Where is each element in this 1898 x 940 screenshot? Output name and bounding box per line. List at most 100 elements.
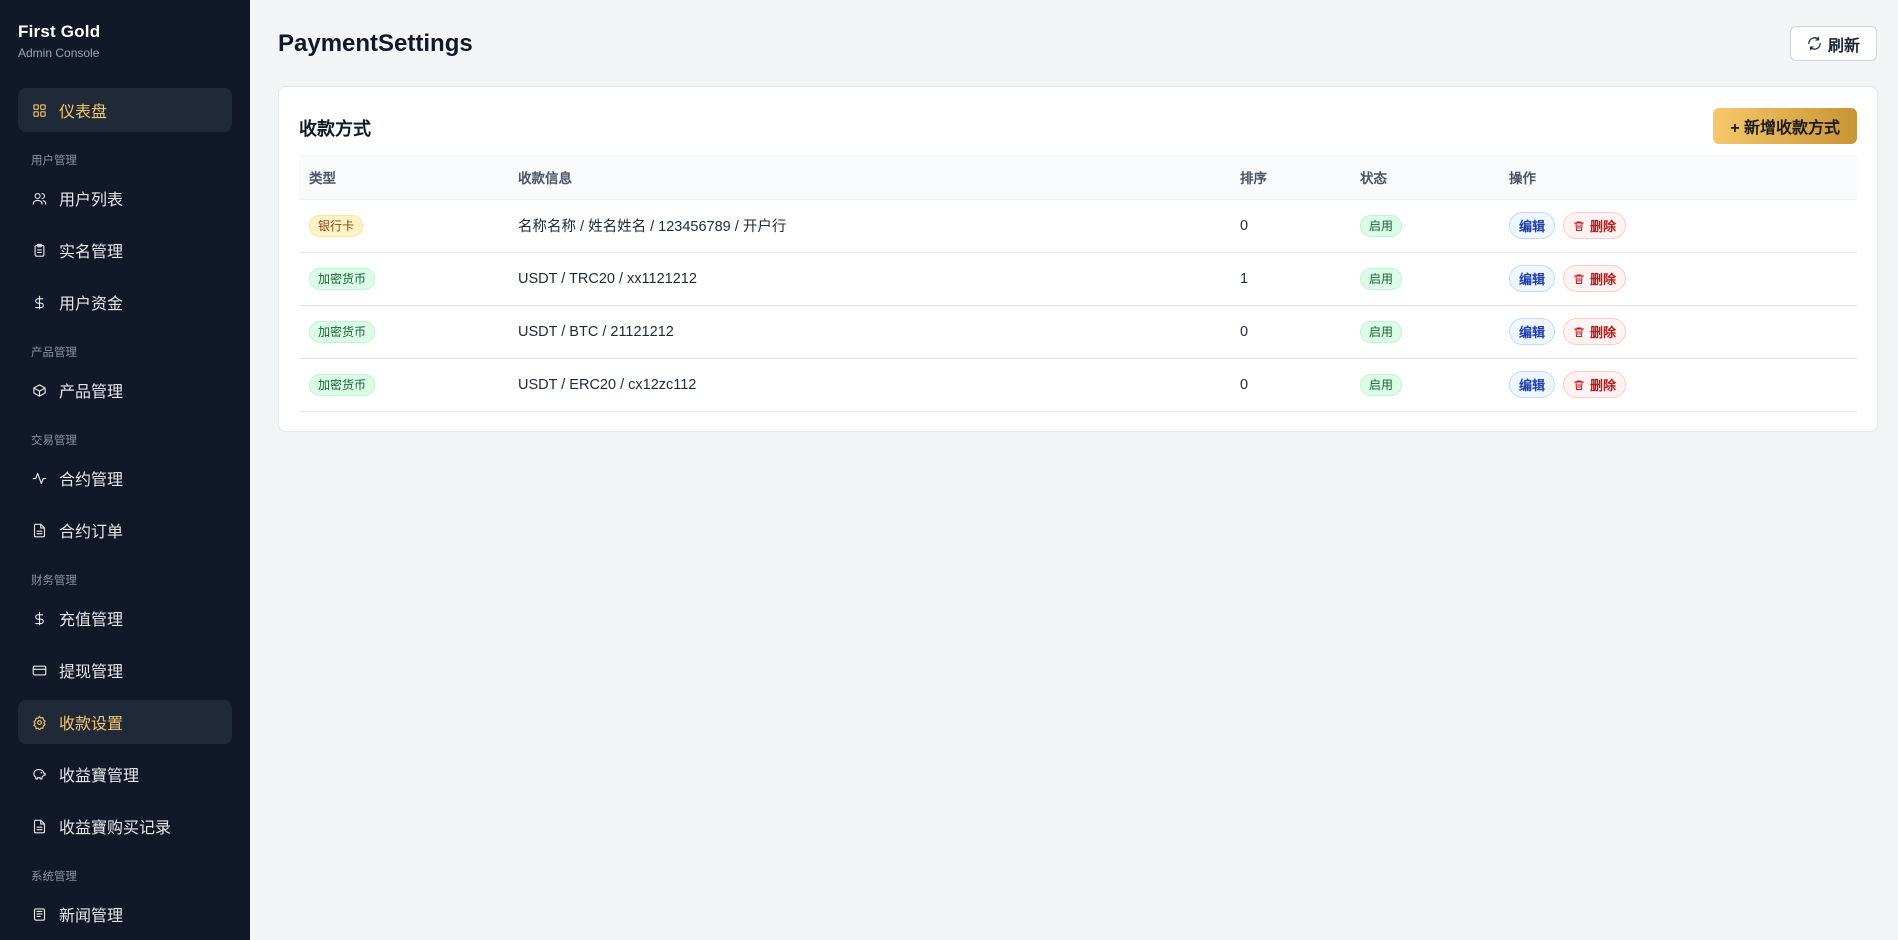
card-title: 收款方式 bbox=[299, 119, 371, 139]
delete-label: 删除 bbox=[1590, 219, 1617, 234]
sidebar-item[interactable]: 合约订单 bbox=[18, 508, 232, 552]
column-header-sort: 排序 bbox=[1230, 155, 1350, 200]
brand: First Gold Admin Console bbox=[0, 0, 250, 88]
cell-status: 启用 bbox=[1350, 199, 1499, 253]
type-badge: 加密货币 bbox=[309, 373, 376, 396]
clipboard-icon bbox=[31, 242, 47, 258]
brand-title: First Gold bbox=[18, 22, 101, 41]
refresh-icon bbox=[1808, 36, 1821, 51]
table-header-row: 类型 收款信息 排序 状态 操作 bbox=[299, 155, 1857, 200]
cell-type: 加密货币 bbox=[299, 305, 508, 359]
trash-icon bbox=[1574, 221, 1585, 231]
sidebar-item[interactable]: 产品管理 bbox=[18, 368, 232, 412]
sidebar-item[interactable]: 用户列表 bbox=[18, 176, 232, 220]
delete-button[interactable]: 删除 bbox=[1563, 371, 1627, 398]
sidebar-item-label: 收益寶购买记录 bbox=[59, 820, 172, 837]
sidebar-item-label: 产品管理 bbox=[59, 384, 124, 401]
cell-type: 加密货币 bbox=[299, 252, 508, 306]
column-header-actions: 操作 bbox=[1499, 155, 1857, 200]
trash-icon bbox=[1574, 327, 1585, 337]
card-icon bbox=[31, 662, 47, 678]
table-row: 银行卡 名称名称 / 姓名姓名 / 123456789 / 开户行 0 启用 编辑 删除 bbox=[299, 199, 1857, 253]
edit-button[interactable]: 编辑 bbox=[1509, 212, 1556, 239]
cell-type: 加密货币 bbox=[299, 358, 508, 412]
sidebar-item[interactable]: 实名管理 bbox=[18, 228, 232, 272]
column-header-info: 收款信息 bbox=[508, 155, 1230, 200]
page-title: PaymentSettings bbox=[278, 30, 473, 57]
cell-sort: 0 bbox=[1230, 199, 1350, 253]
sidebar-item[interactable]: 合约管理 bbox=[18, 456, 232, 500]
sidebar-item-label: 合约管理 bbox=[59, 472, 124, 489]
delete-label: 删除 bbox=[1590, 378, 1617, 393]
payment-methods-table: 类型 收款信息 排序 状态 操作 银行卡 名称名称 / 姓名姓名 / 123456… bbox=[299, 155, 1857, 412]
sidebar-item-label: 合约订单 bbox=[59, 524, 124, 541]
sidebar-item[interactable]: 新闻管理 bbox=[18, 892, 232, 936]
sidebar-item-label: 收款设置 bbox=[59, 716, 124, 733]
sidebar-item-label: 仪表盘 bbox=[59, 104, 108, 121]
cell-actions: 编辑 删除 bbox=[1499, 252, 1857, 306]
payment-methods-card: 收款方式 + 新增收款方式 类型 收款信息 排序 状态 操作 银行卡 名称名称 /… bbox=[278, 86, 1878, 432]
status-badge: 启用 bbox=[1360, 373, 1403, 396]
sidebar-nav: 仪表盘 用户管理 用户列表 实名管理 用户资金 产品管理 产品管理 交易管理 合约管理 合约订单财… bbox=[0, 88, 250, 936]
cell-status: 启用 bbox=[1350, 358, 1499, 412]
type-badge: 加密货币 bbox=[309, 320, 376, 343]
column-header-type: 类型 bbox=[299, 155, 508, 200]
sidebar-item[interactable]: 充值管理 bbox=[18, 596, 232, 640]
sidebar-item-label: 收益寶管理 bbox=[59, 768, 140, 785]
delete-button[interactable]: 删除 bbox=[1563, 318, 1627, 345]
delete-label: 删除 bbox=[1590, 272, 1617, 287]
sidebar-group-label: 财务管理 bbox=[31, 575, 77, 587]
dollar-icon bbox=[31, 294, 47, 310]
sidebar-item[interactable]: 用户资金 bbox=[18, 280, 232, 324]
sidebar-item-label: 新闻管理 bbox=[59, 908, 124, 925]
cell-info: 名称名称 / 姓名姓名 / 123456789 / 开户行 bbox=[508, 199, 1230, 253]
newspaper-icon bbox=[31, 906, 47, 922]
refresh-button[interactable]: 刷新 bbox=[1789, 26, 1877, 61]
dollar-icon bbox=[31, 610, 47, 626]
cell-sort: 1 bbox=[1230, 252, 1350, 306]
sidebar-group-label: 产品管理 bbox=[31, 347, 77, 359]
edit-button[interactable]: 编辑 bbox=[1509, 318, 1556, 345]
status-badge: 启用 bbox=[1360, 267, 1403, 290]
main-content: PaymentSettings 刷新 收款方式 + 新增收款方式 类型 收款信息… bbox=[250, 0, 1898, 940]
table-row: 加密货币 USDT / TRC20 / xx1121212 1 启用 编辑 删除 bbox=[299, 252, 1857, 306]
sidebar-group-label: 交易管理 bbox=[31, 435, 77, 447]
add-payment-method-button[interactable]: + 新增收款方式 bbox=[1713, 108, 1857, 144]
users-icon bbox=[31, 190, 47, 206]
type-badge: 加密货币 bbox=[309, 267, 376, 290]
brand-subtitle: Admin Console bbox=[18, 46, 100, 60]
cell-status: 启用 bbox=[1350, 305, 1499, 359]
cell-info: USDT / TRC20 / xx1121212 bbox=[508, 252, 1230, 306]
sidebar: First Gold Admin Console 仪表盘用户管理用户列表实名管理… bbox=[0, 0, 250, 940]
refresh-label: 刷新 bbox=[1827, 37, 1860, 55]
cell-info: USDT / ERC20 / cx12zc112 bbox=[508, 358, 1230, 412]
sidebar-item-label: 用户资金 bbox=[59, 296, 124, 313]
table-row: 加密货币 USDT / ERC20 / cx12zc112 0 启用 编辑 删除 bbox=[299, 358, 1857, 412]
file-icon bbox=[31, 818, 47, 834]
sidebar-item[interactable]: 仪表盘 bbox=[18, 88, 232, 132]
sidebar-item-label: 实名管理 bbox=[59, 244, 124, 261]
cell-actions: 编辑 删除 bbox=[1499, 305, 1857, 359]
cell-sort: 0 bbox=[1230, 358, 1350, 412]
delete-button[interactable]: 删除 bbox=[1563, 212, 1627, 239]
type-badge: 银行卡 bbox=[309, 214, 364, 237]
sidebar-group-label: 用户管理 bbox=[31, 155, 77, 167]
cell-type: 银行卡 bbox=[299, 199, 508, 253]
edit-button[interactable]: 编辑 bbox=[1509, 265, 1556, 292]
cell-info: USDT / BTC / 21121212 bbox=[508, 305, 1230, 359]
sidebar-item[interactable]: 提现管理 bbox=[18, 648, 232, 692]
activity-icon bbox=[31, 470, 47, 486]
sidebar-item[interactable]: 收益寶购买记录 bbox=[18, 804, 232, 848]
delete-button[interactable]: 删除 bbox=[1563, 265, 1627, 292]
piggy-bank-icon bbox=[31, 766, 47, 782]
table-row: 加密货币 USDT / BTC / 21121212 0 启用 编辑 删除 bbox=[299, 305, 1857, 359]
trash-icon bbox=[1574, 380, 1585, 390]
edit-button[interactable]: 编辑 bbox=[1509, 371, 1556, 398]
sidebar-item[interactable]: 收款设置 bbox=[18, 700, 232, 744]
box-icon bbox=[31, 382, 47, 398]
sidebar-item-label: 提现管理 bbox=[59, 664, 124, 681]
cell-actions: 编辑 删除 bbox=[1499, 358, 1857, 412]
cell-status: 启用 bbox=[1350, 252, 1499, 306]
sidebar-item[interactable]: 收益寶管理 bbox=[18, 752, 232, 796]
cell-actions: 编辑 删除 bbox=[1499, 199, 1857, 253]
